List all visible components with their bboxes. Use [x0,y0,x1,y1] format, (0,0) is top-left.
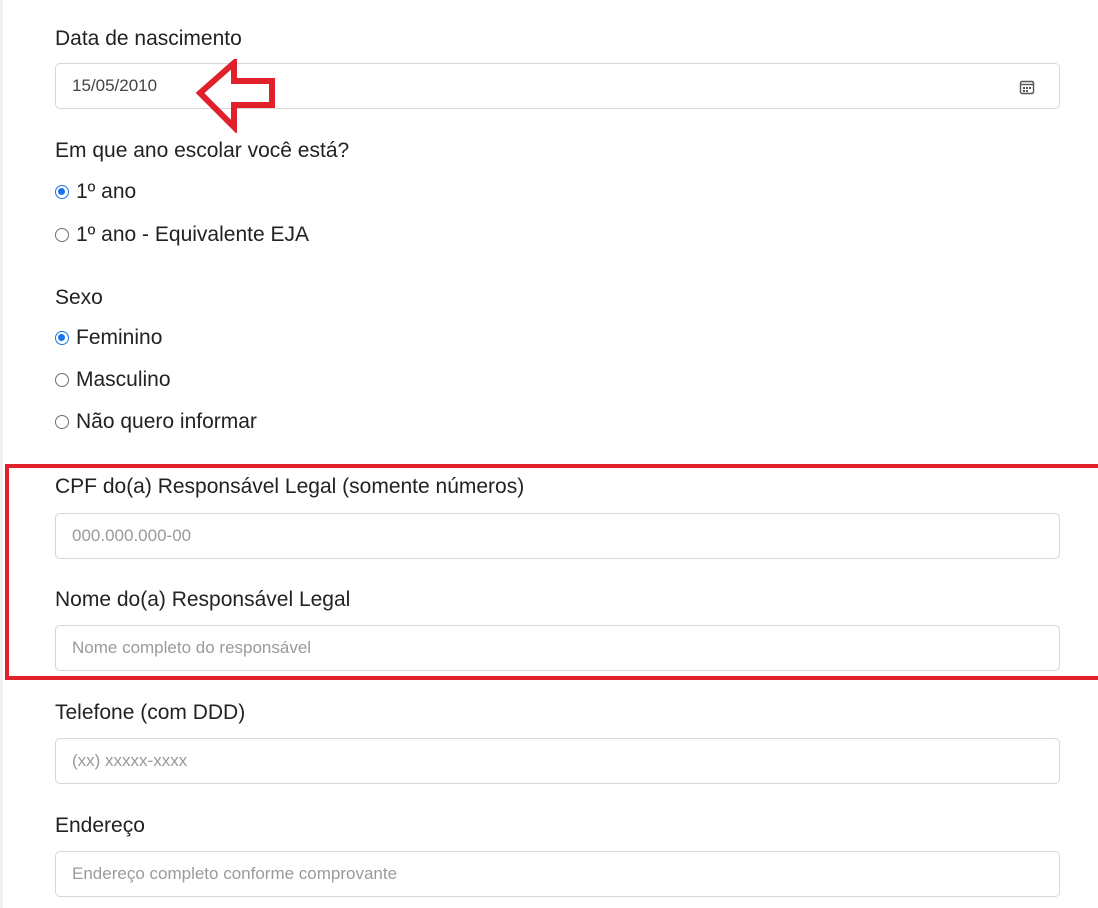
address-label: Endereço [55,814,145,837]
phone-label: Telefone (com DDD) [55,701,246,724]
address-field[interactable] [55,851,1060,897]
guardian-name-field[interactable] [55,625,1060,671]
annotation-arrow-icon [196,59,275,133]
school-year-question: Em que ano escolar você está? [55,139,350,162]
sex-question: Sexo [55,286,103,309]
registration-form-page: Data de nascimento Em que ano escolar vo… [0,0,1098,908]
guardian-cpf-input[interactable] [56,514,1059,558]
sex-option-nao-informar[interactable]: Não quero informar [55,409,257,435]
radio-option-label: 1º ano - Equivalente EJA [76,223,309,246]
radio-unchecked-icon[interactable] [55,228,69,242]
phone-field[interactable] [55,738,1060,784]
radio-option-label: Masculino [76,368,171,391]
school-year-option-1[interactable]: 1º ano [55,179,136,205]
birth-date-label: Data de nascimento [55,27,242,50]
guardian-name-input[interactable] [56,626,1059,670]
phone-input[interactable] [56,739,1059,783]
radio-unchecked-icon[interactable] [55,373,69,387]
radio-checked-icon[interactable] [55,331,69,345]
guardian-name-label: Nome do(a) Responsável Legal [55,588,351,611]
radio-checked-icon[interactable] [55,185,69,199]
address-input[interactable] [56,852,1059,896]
sex-option-feminino[interactable]: Feminino [55,325,162,351]
radio-unchecked-icon[interactable] [55,415,69,429]
guardian-cpf-label: CPF do(a) Responsável Legal (somente núm… [55,475,525,498]
school-year-option-2[interactable]: 1º ano - Equivalente EJA [55,222,309,248]
left-divider [0,0,3,908]
guardian-cpf-field[interactable] [55,513,1060,559]
radio-option-label: Feminino [76,326,163,349]
radio-option-label: 1º ano [76,180,137,203]
calendar-icon[interactable] [1019,79,1035,95]
sex-option-masculino[interactable]: Masculino [55,367,171,393]
radio-option-label: Não quero informar [76,410,257,433]
